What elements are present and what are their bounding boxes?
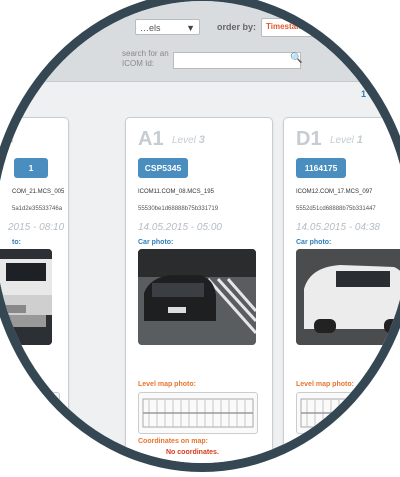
slot-label: D1	[296, 128, 322, 150]
id-button[interactable]: 1	[14, 158, 48, 178]
level-label: Level 1	[330, 134, 363, 146]
level-number: 1	[356, 134, 363, 146]
timestamp: 14.05.2015 - 05:00	[138, 222, 222, 233]
levels-select-value: …els	[140, 23, 161, 33]
chevron-down-icon: ▼	[186, 23, 195, 33]
dark-car-image	[138, 249, 256, 345]
white-car-image	[296, 249, 400, 345]
car-photo-label: Car photo:	[138, 239, 174, 246]
order-by-select[interactable]: Timestamp ⇅	[261, 18, 343, 37]
icom-id: ICOM12.COM_17.MCS_097	[296, 189, 373, 195]
level-text: Level	[172, 135, 196, 146]
level-text: vel	[0, 135, 5, 146]
slot-label: A1	[138, 128, 164, 150]
record-hash: 55530be1d68888b75b331719	[138, 206, 219, 212]
filter-toolbar: …els ▼ order by: Timestamp ⇅ search for …	[0, 1, 400, 82]
timestamp: 2015 - 08:10	[8, 222, 65, 233]
app-viewport: …els ▼ order by: Timestamp ⇅ search for …	[0, 1, 400, 463]
car-photo-label: to:	[12, 239, 21, 246]
id-button[interactable]: CSP5345	[138, 158, 188, 178]
coordinates-label: Coordinates on	[296, 438, 348, 445]
white-truck-image	[0, 249, 52, 345]
level-text: Level	[330, 135, 354, 146]
record-hash: 5552d51cd68888b75b331447	[296, 206, 376, 212]
level-map-image	[11, 400, 57, 426]
car-photo[interactable]	[296, 249, 400, 345]
parking-card[interactable]: vel 3 1 COM_21.MCS_005 5a1d2e35533746a 2…	[0, 117, 69, 463]
levels-select[interactable]: …els ▼	[135, 19, 200, 35]
level-map-label: Level map photo:	[138, 381, 196, 388]
level-label: vel 3	[0, 134, 14, 146]
icom-id: ICOM11.COM_08.MCS_195	[138, 189, 214, 195]
pagination-rest: fr	[381, 89, 388, 99]
level-map-photo[interactable]	[296, 392, 400, 434]
coordinates-label: Coordinates on map:	[138, 438, 209, 445]
level-number: 3	[7, 134, 14, 146]
magnifier-frame: …els ▼ order by: Timestamp ⇅ search for …	[0, 0, 400, 472]
car-photo[interactable]	[138, 249, 256, 345]
record-hash: 5a1d2e35533746a	[12, 206, 63, 212]
parking-card[interactable]: D1 Level 1 1164175 ICOM12.COM_17.MCS_097…	[283, 117, 400, 463]
level-map-image	[142, 398, 254, 428]
order-by-label: order by:	[217, 22, 257, 32]
search-input[interactable]	[173, 52, 301, 69]
car-photo-label: Car photo:	[296, 239, 332, 246]
car-photo[interactable]	[0, 249, 52, 345]
level-label: Level 3	[172, 134, 205, 146]
order-by-value: Timestamp	[266, 22, 309, 31]
pagination-range: 1 - 8	[361, 89, 380, 99]
level-map-label: Level map photo:	[296, 381, 354, 388]
icom-id: COM_21.MCS_005	[12, 189, 65, 195]
level-map-photo[interactable]	[8, 392, 60, 434]
coordinates-value: x	[324, 449, 328, 456]
level-map-image	[300, 398, 400, 428]
level-number: 3	[198, 134, 205, 146]
pagination-info: 1 - 8 fr	[361, 89, 387, 99]
sort-arrows-icon[interactable]: ⇅	[314, 20, 322, 31]
coordinates-value: No coordinates.	[166, 449, 219, 456]
id-button[interactable]: 1164175	[296, 158, 346, 178]
parking-card[interactable]: A1 Level 3 CSP5345 ICOM11.COM_08.MCS_195…	[125, 117, 273, 463]
search-icon[interactable]: 🔍	[290, 53, 302, 64]
level-map-photo[interactable]	[138, 392, 258, 434]
timestamp: 14.05.2015 - 04:38	[296, 222, 380, 233]
